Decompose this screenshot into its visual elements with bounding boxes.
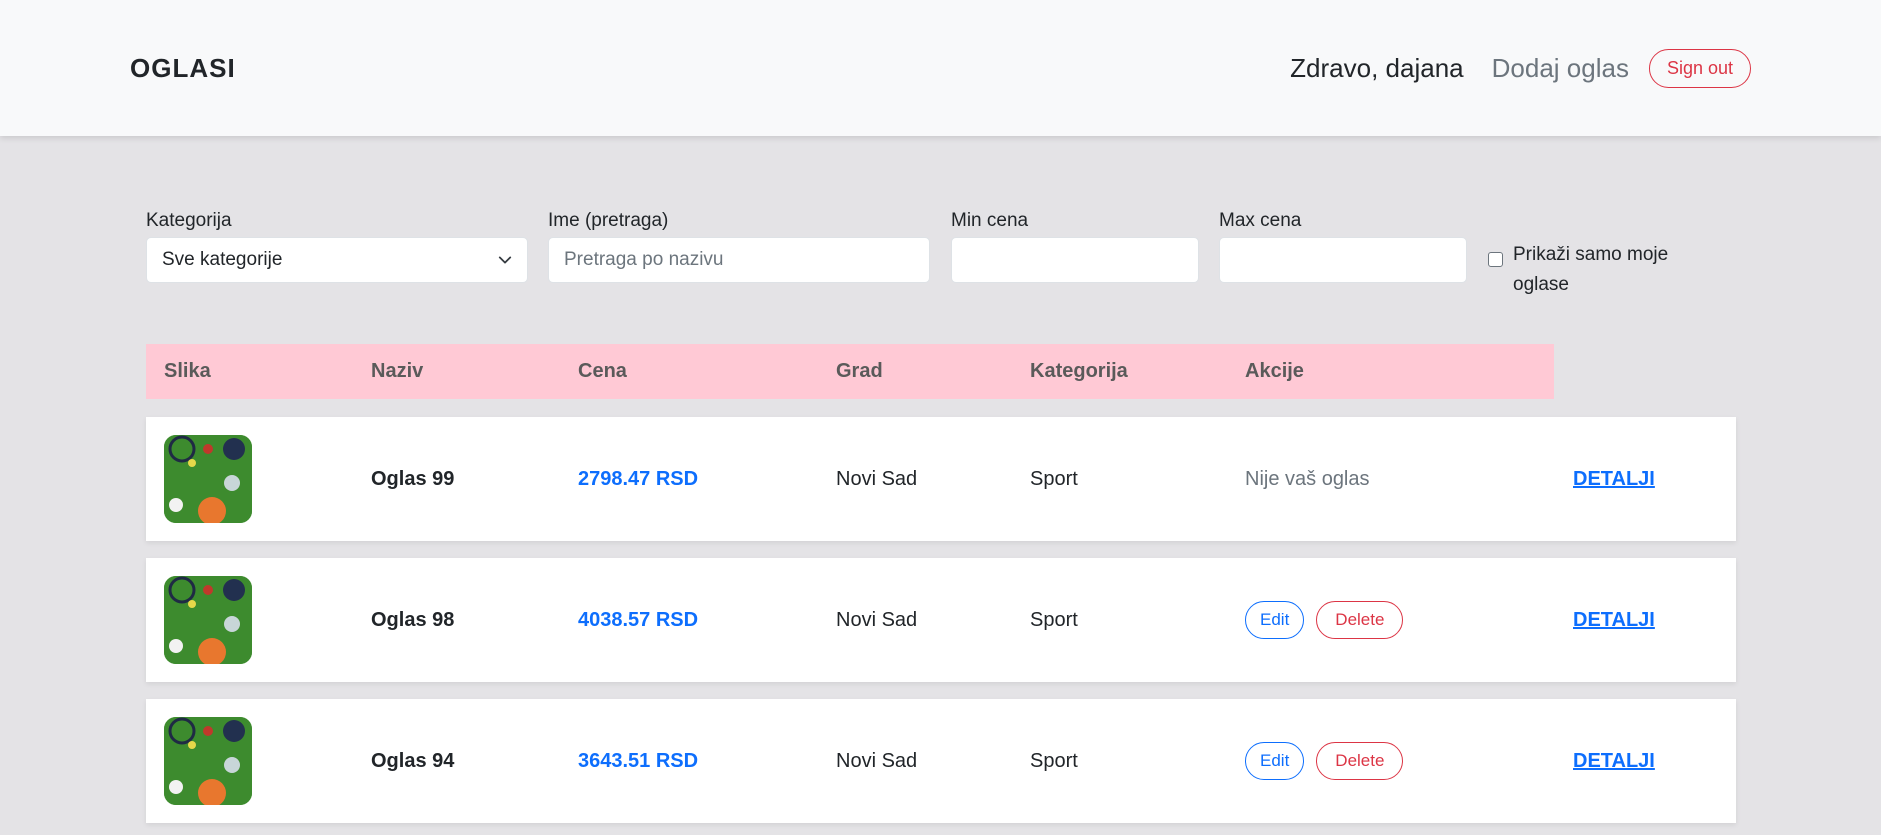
details-link[interactable]: DETALJI — [1573, 609, 1655, 632]
min-price-filter: Min cena — [951, 210, 1199, 283]
min-price-input[interactable] — [951, 237, 1199, 283]
actions-cell: Edit Delete — [1245, 699, 1404, 823]
header-city: Grad — [836, 360, 883, 382]
name-filter: Ime (pretraga) — [548, 210, 930, 283]
ad-city: Novi Sad — [836, 608, 918, 631]
category-selected-value: Sve kategorije — [162, 249, 283, 270]
ad-price: 4038.57 RSD — [578, 608, 699, 631]
table-row: Oglas 98 4038.57 RSD Novi Sad Sport Edit… — [146, 558, 1736, 682]
ad-name: Oglas 99 — [371, 467, 455, 490]
user-greeting: Zdravo, dajana — [1290, 52, 1464, 83]
ad-thumbnail — [164, 717, 252, 805]
category-filter: Kategorija Sve kategorije — [146, 210, 528, 283]
delete-button[interactable]: Delete — [1316, 601, 1404, 639]
nav-right: Zdravo, dajana Dodaj oglas Sign out — [1290, 48, 1751, 88]
actions-cell: Edit Delete — [1245, 558, 1404, 682]
ad-city: Novi Sad — [836, 467, 918, 490]
navbar: OGLASI Zdravo, dajana Dodaj oglas Sign o… — [0, 0, 1881, 136]
table-header: Slika Naziv Cena Grad Kategorija Akcije — [146, 344, 1554, 399]
filters-bar: Kategorija Sve kategorije Ime (pretraga)… — [146, 210, 1706, 300]
header-category: Kategorija — [1030, 360, 1128, 382]
image-cell — [164, 699, 252, 823]
ad-thumbnail — [164, 435, 252, 523]
header-price: Cena — [578, 360, 627, 382]
ad-category: Sport — [1030, 749, 1078, 772]
table-row: Oglas 99 2798.47 RSD Novi Sad Sport Nije… — [146, 417, 1736, 541]
ad-category: Sport — [1030, 467, 1078, 490]
brand-logo[interactable]: OGLASI — [130, 53, 236, 84]
category-select[interactable]: Sve kategorije — [146, 237, 528, 283]
details-link[interactable]: DETALJI — [1573, 468, 1655, 491]
max-price-label: Max cena — [1219, 210, 1302, 231]
ad-name: Oglas 98 — [371, 608, 455, 631]
only-mine-filter: Prikaži samo moje oglase — [1488, 240, 1693, 300]
max-price-filter: Max cena — [1219, 210, 1467, 283]
add-ad-link[interactable]: Dodaj oglas — [1492, 53, 1629, 84]
ad-price: 3643.51 RSD — [578, 749, 699, 772]
header-actions: Akcije — [1245, 360, 1304, 382]
chevron-down-icon — [498, 256, 512, 264]
details-cell: DETALJI — [1573, 417, 1655, 541]
only-mine-checkbox[interactable] — [1488, 252, 1503, 267]
ad-category: Sport — [1030, 608, 1078, 631]
min-price-label: Min cena — [951, 210, 1029, 231]
details-cell: DETALJI — [1573, 558, 1655, 682]
edit-button[interactable]: Edit — [1245, 742, 1305, 780]
edit-button[interactable]: Edit — [1245, 601, 1305, 639]
category-label: Kategorija — [146, 210, 232, 231]
header-image: Slika — [164, 360, 211, 382]
ad-thumbnail — [164, 576, 252, 664]
not-your-ad-text: Nije vaš oglas — [1245, 467, 1370, 490]
image-cell — [164, 558, 252, 682]
table-row: Oglas 94 3643.51 RSD Novi Sad Sport Edit… — [146, 699, 1736, 823]
details-link[interactable]: DETALJI — [1573, 750, 1655, 773]
image-cell — [164, 417, 252, 541]
only-mine-label[interactable]: Prikaži samo moje oglase — [1513, 240, 1693, 300]
name-search-label: Ime (pretraga) — [548, 210, 669, 231]
ad-name: Oglas 94 — [371, 749, 455, 772]
delete-button[interactable]: Delete — [1316, 742, 1404, 780]
max-price-input[interactable] — [1219, 237, 1467, 283]
ad-city: Novi Sad — [836, 749, 918, 772]
name-search-input[interactable] — [548, 237, 930, 283]
header-name: Naziv — [371, 360, 424, 382]
sign-out-button[interactable]: Sign out — [1648, 48, 1751, 88]
details-cell: DETALJI — [1573, 699, 1655, 823]
ad-price: 2798.47 RSD — [578, 467, 699, 490]
